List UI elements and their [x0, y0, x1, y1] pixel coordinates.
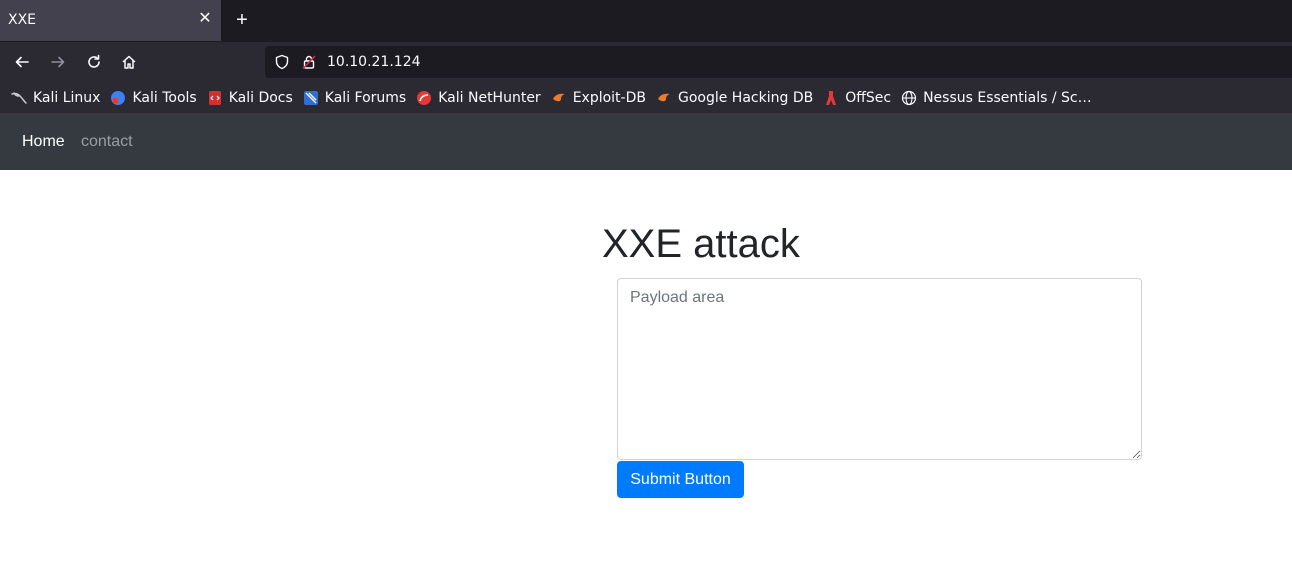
browser-toolbar: 10.10.21.124 [0, 42, 1292, 82]
bookmark-kali-linux[interactable]: Kali Linux [8, 86, 103, 110]
bookmark-nessus[interactable]: Nessus Essentials / Sc… [898, 86, 1095, 110]
kali-tools-icon [111, 90, 126, 105]
url-bar[interactable]: 10.10.21.124 [265, 46, 1292, 78]
bookmark-label: Google Hacking DB [677, 89, 814, 106]
site-navbar: Home contact [0, 113, 1292, 170]
bookmark-label: Nessus Essentials / Sc… [923, 89, 1092, 106]
insecure-lock-icon[interactable] [301, 54, 317, 70]
globe-icon [901, 90, 917, 105]
browser-tab-active[interactable]: XXE ✕ [0, 0, 221, 41]
bookmark-kali-nethunter[interactable]: Kali NetHunter [413, 86, 543, 110]
tab-title: XXE [8, 12, 37, 28]
kali-forums-icon [303, 90, 318, 105]
bookmarks-toolbar: Kali Linux Kali Tools Kali Docs Kali For… [0, 82, 1292, 113]
back-arrow-icon[interactable] [10, 50, 34, 74]
bookmark-label: Kali Tools [132, 89, 197, 106]
submit-button[interactable]: Submit Button [617, 461, 744, 498]
nav-link-contact[interactable]: contact [81, 133, 133, 151]
url-text[interactable]: 10.10.21.124 [327, 54, 421, 70]
bookmark-google-hacking-db[interactable]: Google Hacking DB [653, 86, 816, 110]
bookmark-kali-forums[interactable]: Kali Forums [300, 86, 409, 110]
bookmark-label: Kali NetHunter [438, 89, 541, 106]
tab-strip: XXE ✕ + [0, 0, 1292, 42]
bookmark-label: OffSec [845, 89, 892, 106]
kali-docs-icon [208, 90, 221, 105]
kali-dragon-icon [11, 91, 27, 104]
bookmark-label: Kali Forums [324, 89, 407, 106]
bookmark-label: Kali Linux [33, 89, 101, 106]
exploit-db-icon [552, 93, 565, 101]
reload-icon[interactable] [82, 50, 106, 74]
payload-textarea[interactable] [617, 278, 1142, 460]
nav-link-home[interactable]: Home [22, 133, 65, 151]
bookmark-label: Kali Docs [228, 89, 293, 106]
bookmark-exploit-db[interactable]: Exploit-DB [548, 86, 649, 110]
tracking-shield-icon[interactable] [274, 54, 290, 70]
new-tab-icon[interactable]: + [232, 10, 252, 30]
page-title: XXE attack [602, 222, 800, 266]
nethunter-icon [417, 90, 432, 105]
tab-close-icon[interactable]: ✕ [195, 9, 215, 29]
bookmark-kali-tools[interactable]: Kali Tools [107, 86, 199, 110]
offsec-icon [826, 90, 837, 105]
ghdb-icon [657, 93, 670, 101]
home-icon[interactable] [117, 50, 141, 74]
bookmark-offsec[interactable]: OffSec [820, 86, 894, 110]
bookmark-label: Exploit-DB [572, 89, 646, 106]
bookmark-kali-docs[interactable]: Kali Docs [204, 86, 296, 110]
forward-arrow-icon[interactable] [46, 50, 70, 74]
